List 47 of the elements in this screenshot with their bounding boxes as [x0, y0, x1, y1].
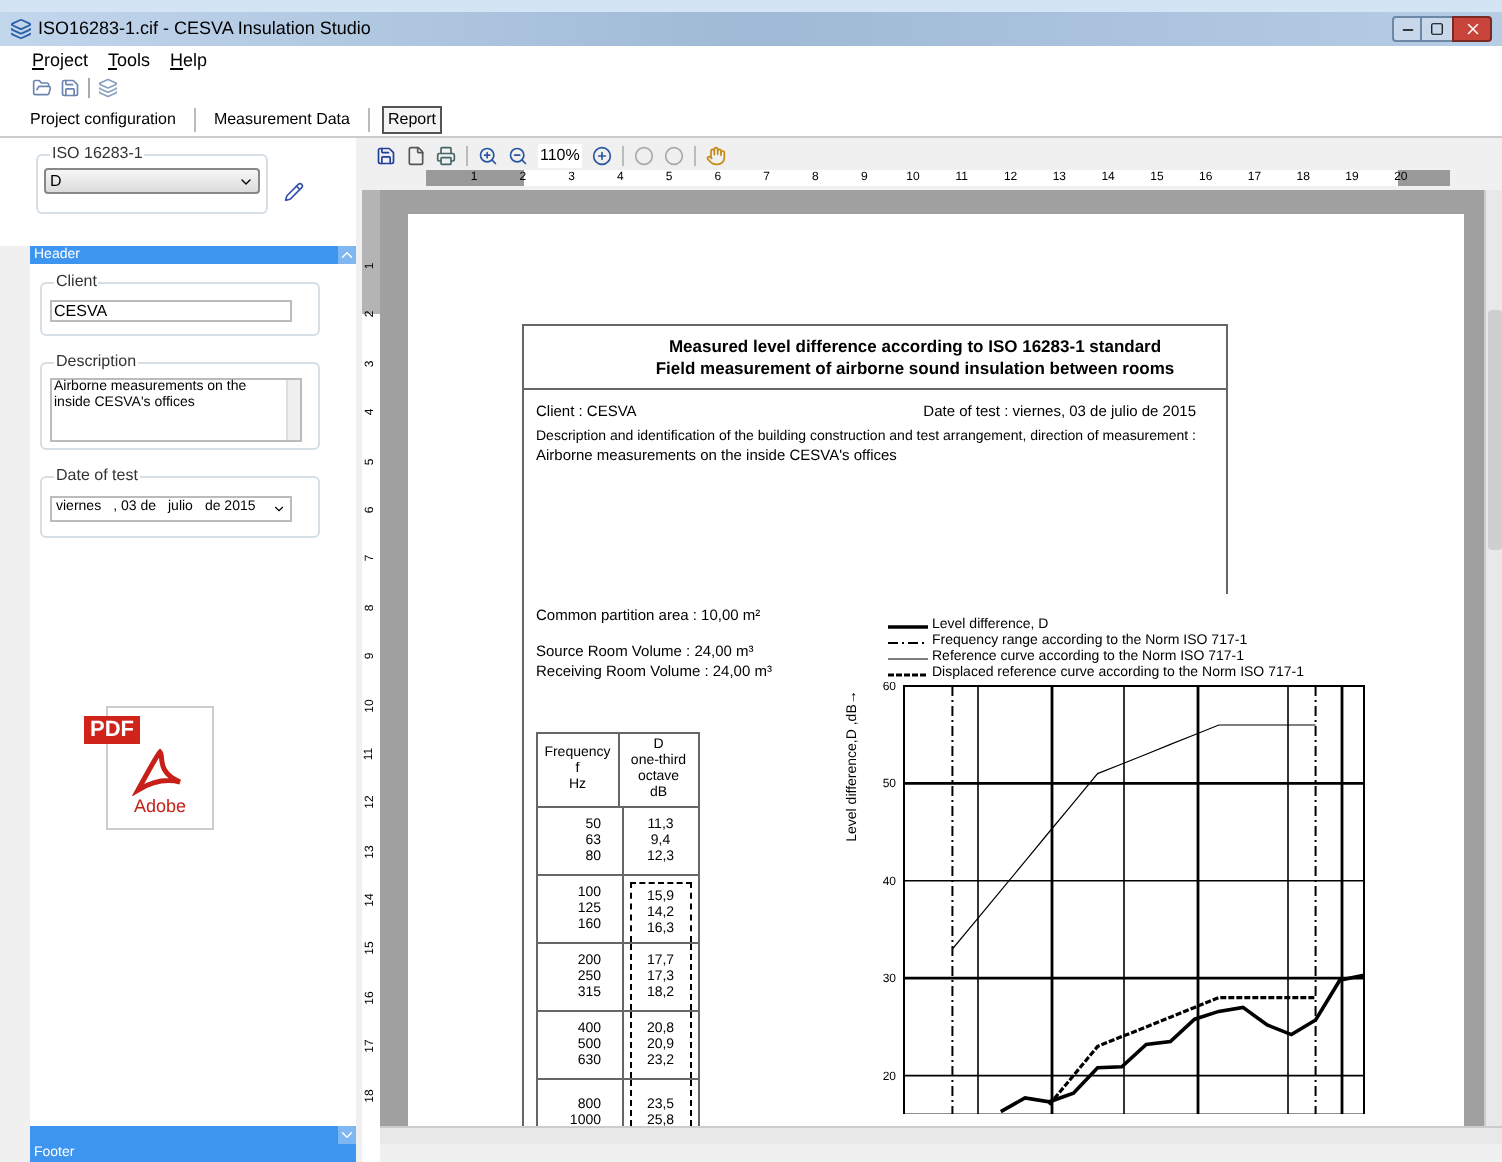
horizontal-scrollbar[interactable] [380, 1126, 1502, 1144]
legend-line-icon [888, 639, 928, 645]
tab[interactable]: Project configuration [24, 105, 182, 133]
open-icon[interactable] [32, 78, 52, 98]
report-subtitle: Field measurement of airborne sound insulation between rooms [655, 357, 1175, 379]
client-field[interactable]: CESVA [50, 300, 292, 322]
group-label: Client [54, 272, 99, 292]
tab[interactable]: Report [381, 105, 442, 133]
maximize-button[interactable] [1422, 16, 1452, 42]
navigation-icon[interactable] [633, 146, 654, 166]
save-icon[interactable] [60, 78, 80, 98]
legend-line-icon [888, 623, 928, 629]
maximize-icon [1430, 22, 1444, 36]
close-icon [1463, 20, 1481, 38]
app-icon [10, 18, 32, 40]
zoom-field[interactable]: 110% [538, 144, 582, 168]
zoom-in-icon[interactable] [591, 146, 612, 166]
hand-icon[interactable] [705, 146, 726, 166]
export-icon[interactable] [98, 78, 118, 98]
print-icon[interactable] [436, 146, 456, 166]
group-label: Date of test [54, 466, 140, 486]
zoom-out-icon[interactable] [508, 146, 528, 166]
menu-item[interactable]: Tools [108, 48, 151, 72]
group-label: Description [54, 352, 139, 372]
tab[interactable]: Measurement Data [207, 105, 356, 133]
navigation-icon[interactable] [663, 146, 684, 166]
legend-line-icon [888, 655, 928, 661]
vertical-scrollbar[interactable] [1484, 190, 1502, 1126]
zoom-in-icon[interactable] [478, 146, 498, 166]
save-icon[interactable] [376, 146, 396, 166]
standard-select[interactable]: D [44, 168, 260, 194]
collapse-icon[interactable] [338, 246, 356, 264]
scrollbar[interactable] [286, 380, 300, 440]
legend-line-icon [888, 671, 928, 677]
pdf-label: PDF [84, 716, 140, 744]
adobe-label: Adobe [133, 796, 187, 816]
report-title: Measured level difference according to ISO 16283-1 standard [668, 335, 1162, 357]
window-title: ISO16283-1.cif - CESVA Insulation Studio [38, 15, 371, 42]
menu-item[interactable]: Help [170, 48, 208, 72]
close-button[interactable] [1452, 16, 1492, 42]
expand-icon[interactable] [338, 1126, 356, 1144]
minimize-button[interactable] [1392, 16, 1422, 42]
dropdown-icon [272, 502, 286, 516]
page-icon[interactable] [406, 146, 426, 166]
group-label: ISO 16283-1 [50, 144, 145, 164]
menu-item[interactable]: Project [32, 48, 89, 72]
edit-icon[interactable] [284, 182, 304, 202]
